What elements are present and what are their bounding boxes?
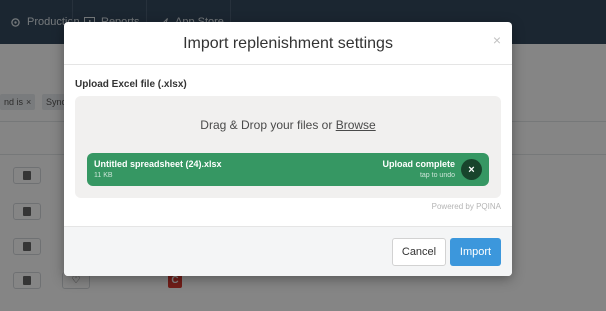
close-icon: × bbox=[468, 163, 475, 176]
modal-header: Import replenishment settings × bbox=[64, 22, 512, 65]
modal-footer: Cancel Import bbox=[64, 226, 512, 276]
import-button[interactable]: Import bbox=[450, 238, 501, 266]
powered-by-credit[interactable]: Powered by PQINA bbox=[432, 202, 501, 211]
cancel-button[interactable]: Cancel bbox=[392, 238, 446, 266]
browse-link[interactable]: Browse bbox=[336, 118, 376, 132]
file-dropzone[interactable]: Drag & Drop your files or Browse Untitle… bbox=[75, 96, 501, 198]
import-settings-modal: Import replenishment settings × Upload E… bbox=[64, 22, 512, 276]
file-size: 11 KB bbox=[94, 172, 113, 179]
dropzone-prompt: Drag & Drop your files or Browse bbox=[75, 118, 501, 132]
upload-status: Upload complete bbox=[382, 159, 455, 169]
close-icon[interactable]: × bbox=[493, 33, 501, 47]
file-name: Untitled spreadsheet (24).xlsx bbox=[94, 159, 222, 169]
modal-title: Import replenishment settings bbox=[183, 34, 393, 52]
undo-hint: tap to undo bbox=[419, 172, 455, 179]
upload-field-label: Upload Excel file (.xlsx) bbox=[75, 79, 187, 90]
uploaded-file-item: Untitled spreadsheet (24).xlsx 11 KB Upl… bbox=[87, 153, 489, 186]
remove-file-button[interactable]: × bbox=[461, 159, 482, 180]
dropzone-prompt-text: Drag & Drop your files or bbox=[200, 118, 336, 132]
